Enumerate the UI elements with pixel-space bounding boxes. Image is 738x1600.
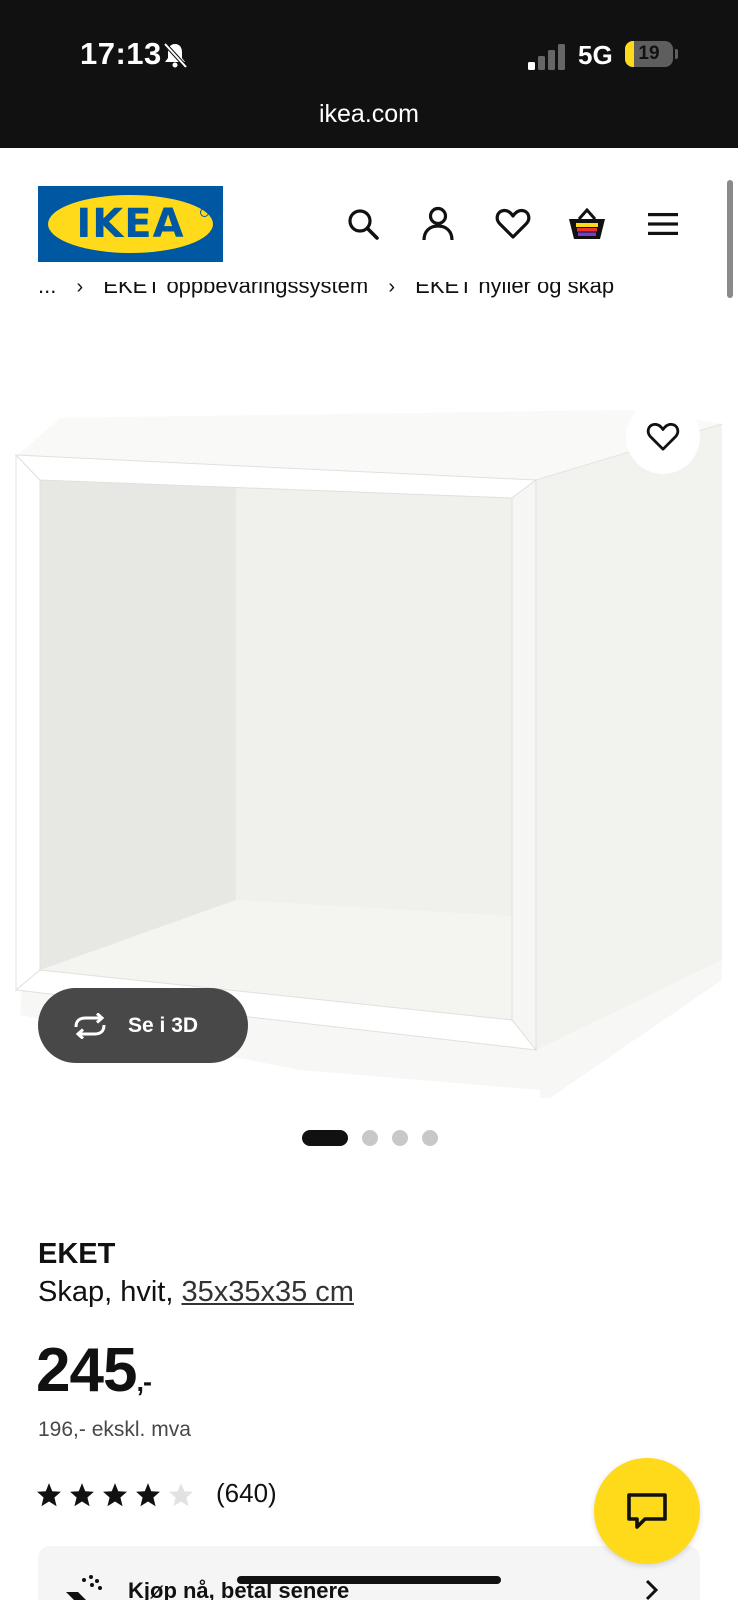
price-amount: 245 <box>36 1336 137 1405</box>
ikea-logo[interactable]: IKEA <box>38 186 223 262</box>
rating-stars[interactable] <box>36 1478 201 1510</box>
star-filled-icon <box>136 1482 160 1506</box>
carousel-dot[interactable] <box>362 1130 378 1146</box>
heart-icon <box>495 208 531 239</box>
price-excl-vat: 196,- ekskl. mva <box>38 1418 191 1441</box>
silent-bell-icon <box>163 42 188 69</box>
battery-level: 19 <box>638 43 660 64</box>
menu-icon <box>648 213 678 235</box>
registered-mark <box>200 208 209 217</box>
breadcrumb: ... › EKET oppbevaringssystem › EKET hyl… <box>38 282 738 310</box>
status-bar: 17:13 5G 19 ikea.com <box>0 0 738 148</box>
breadcrumb-item[interactable]: EKET oppbevaringssystem <box>103 282 368 298</box>
search-icon <box>348 209 379 240</box>
logo-text: IKEA <box>76 201 185 247</box>
scrollbar[interactable] <box>727 180 733 298</box>
search-button[interactable] <box>340 201 386 247</box>
star-empty-icon <box>169 1482 193 1506</box>
address-bar[interactable]: ikea.com <box>0 100 738 129</box>
carousel-dot[interactable] <box>422 1130 438 1146</box>
account-button[interactable] <box>415 201 461 247</box>
signal-icon <box>528 44 565 70</box>
favourites-button[interactable] <box>490 201 536 247</box>
pay-later-icon <box>66 1575 102 1600</box>
cart-icon <box>569 207 605 239</box>
status-time: 17:13 <box>80 36 162 71</box>
product-size-link[interactable]: 35x35x35 cm <box>181 1276 354 1308</box>
carousel-dot[interactable] <box>392 1130 408 1146</box>
chevron-right-icon: › <box>388 282 396 298</box>
breadcrumb-item[interactable]: EKET hyller og skap <box>415 282 614 298</box>
chevron-right-icon: › <box>76 282 84 298</box>
product-price: 245,- <box>36 1335 152 1406</box>
cart-button[interactable] <box>564 201 610 247</box>
network-type: 5G <box>578 40 613 70</box>
product-name: EKET <box>38 1238 116 1270</box>
review-count[interactable]: (640) <box>216 1478 277 1509</box>
menu-button[interactable] <box>640 201 686 247</box>
chat-button[interactable] <box>594 1458 700 1564</box>
heart-icon <box>646 422 680 451</box>
battery-tip <box>675 49 678 59</box>
product-description: Skap, hvit, 35x35x35 cm <box>38 1276 354 1309</box>
star-filled-icon <box>70 1482 94 1506</box>
product-type: Skap, hvit, <box>38 1276 182 1308</box>
star-filled-icon <box>37 1482 61 1506</box>
breadcrumb-ellipsis[interactable]: ... <box>38 282 56 298</box>
view-in-3d-button[interactable]: Se i 3D <box>38 988 248 1063</box>
price-suffix: ,- <box>136 1367 151 1397</box>
battery-icon: 19 <box>625 41 673 67</box>
star-filled-icon <box>103 1482 127 1506</box>
chat-icon <box>627 1493 667 1529</box>
account-icon <box>422 206 454 241</box>
pay-later-banner[interactable]: Kjøp nå, betal senere <box>38 1546 700 1600</box>
chevron-right-icon <box>645 1579 659 1600</box>
home-indicator[interactable] <box>237 1576 501 1584</box>
rotate-3d-icon <box>74 1012 106 1039</box>
view-in-3d-label: Se i 3D <box>128 1013 199 1037</box>
add-to-favourites-button[interactable] <box>626 400 700 474</box>
carousel-dot-active[interactable] <box>302 1130 348 1146</box>
